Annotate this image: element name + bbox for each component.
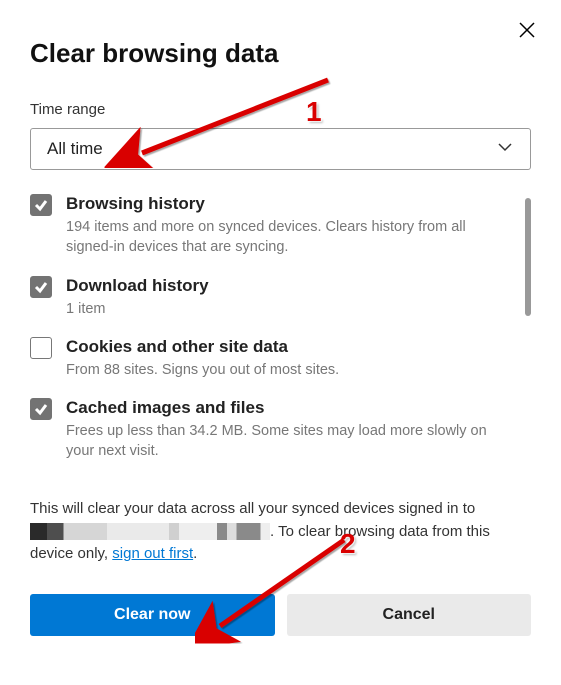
checkbox-download-history[interactable] <box>30 276 52 298</box>
dialog-title: Clear browsing data <box>30 38 531 69</box>
footer-disclaimer: This will clear your data across all you… <box>30 498 531 566</box>
option-title: Download history <box>66 276 517 296</box>
close-button[interactable] <box>515 18 539 42</box>
option-description: 1 item <box>66 299 517 319</box>
option-cookies: Cookies and other site data From 88 site… <box>30 337 531 380</box>
option-title: Cached images and files <box>66 398 517 418</box>
option-cached-images: Cached images and files Frees up less th… <box>30 398 531 462</box>
checkbox-browsing-history[interactable] <box>30 194 52 216</box>
time-range-select[interactable]: All time <box>30 128 531 170</box>
check-icon <box>34 198 48 212</box>
redacted-account <box>30 523 270 540</box>
sign-out-link[interactable]: sign out first <box>112 545 193 562</box>
options-list: Browsing history 194 items and more on s… <box>30 194 531 462</box>
checkbox-cached-images[interactable] <box>30 398 52 420</box>
option-download-history: Download history 1 item <box>30 276 531 319</box>
checkbox-cookies[interactable] <box>30 337 52 359</box>
chevron-down-icon <box>496 138 514 161</box>
option-title: Browsing history <box>66 194 517 214</box>
annotation-number-1: 1 <box>306 96 322 128</box>
scrollbar-thumb[interactable] <box>525 198 531 316</box>
button-row: Clear now Cancel <box>30 594 531 636</box>
options-scroll-area: Browsing history 194 items and more on s… <box>30 194 531 478</box>
check-icon <box>34 280 48 294</box>
cancel-button[interactable]: Cancel <box>287 594 532 636</box>
option-description: Frees up less than 34.2 MB. Some sites m… <box>66 421 517 462</box>
annotation-number-2: 2 <box>340 528 356 560</box>
footer-text-1: This will clear your data across all you… <box>30 500 475 517</box>
footer-period: . <box>193 545 197 562</box>
option-description: 194 items and more on synced devices. Cl… <box>66 217 517 258</box>
check-icon <box>34 402 48 416</box>
time-range-label: Time range <box>30 101 531 118</box>
clear-now-button[interactable]: Clear now <box>30 594 275 636</box>
option-title: Cookies and other site data <box>66 337 517 357</box>
option-description: From 88 sites. Signs you out of most sit… <box>66 360 517 380</box>
close-icon <box>518 21 536 39</box>
time-range-value: All time <box>47 139 103 159</box>
option-browsing-history: Browsing history 194 items and more on s… <box>30 194 531 258</box>
